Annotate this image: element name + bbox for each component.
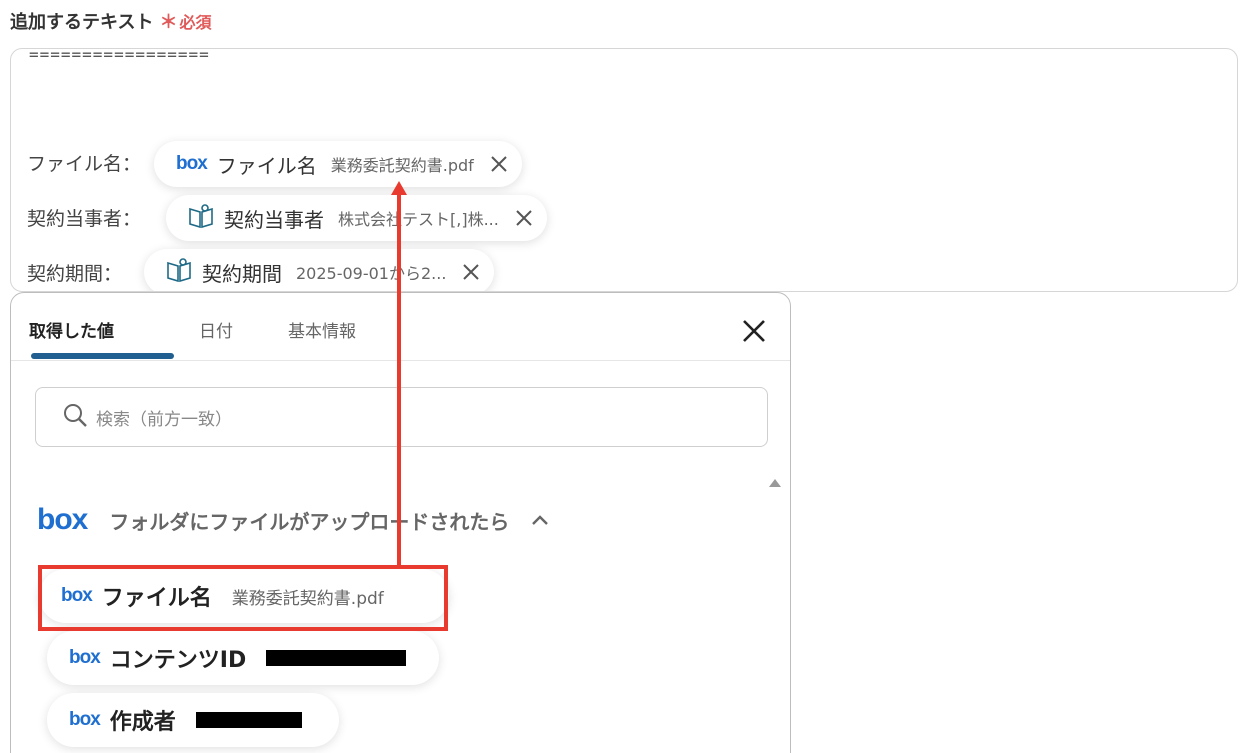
chip-name: 契約当事者	[224, 207, 324, 232]
tab-date[interactable]: 日付	[199, 317, 233, 342]
separator-text: =================	[29, 48, 210, 64]
tab-acquired-values[interactable]: 取得した値	[29, 317, 114, 342]
row-label-filename: ファイル名：	[27, 153, 142, 175]
close-icon[interactable]	[740, 317, 768, 345]
field-label-row: 追加するテキスト ＊ 必須	[10, 8, 211, 34]
chip-name: 契約期間	[202, 261, 282, 286]
required-text: 必須	[179, 13, 212, 32]
redacted-value	[266, 650, 407, 666]
search-input[interactable]: 検索（前方一致）	[35, 387, 768, 447]
field-label: 追加するテキスト	[10, 12, 154, 33]
tab-basic-info[interactable]: 基本情報	[288, 317, 356, 342]
search-placeholder: 検索（前方一致）	[96, 409, 232, 430]
chip-value: 2025-09-01から2...	[296, 264, 447, 283]
variable-chip-filename[interactable]: box ファイル名 業務委託契約書.pdf	[154, 141, 522, 187]
list-item-creator[interactable]: box 作成者	[47, 693, 339, 747]
chip-value: 株式会社テスト[,]株...	[338, 210, 499, 229]
item-name: コンテンツID	[109, 648, 247, 673]
variable-chip-period[interactable]: 契約期間 2025-09-01から2...	[144, 249, 495, 291]
search-icon	[62, 402, 88, 432]
group-header[interactable]: box フォルダにファイルがアップロードされたら	[37, 503, 549, 537]
box-icon: box	[69, 709, 101, 730]
row-label-period: 契約期間：	[27, 263, 123, 285]
box-icon: box	[176, 153, 208, 174]
box-icon: box	[37, 503, 88, 536]
box-icon: box	[69, 647, 101, 668]
text-editor[interactable]: ================= ファイル名： box ファイル名 業務委託契…	[10, 48, 1238, 292]
highlight-box	[38, 565, 448, 631]
close-icon[interactable]	[488, 153, 510, 175]
required-asterisk: ＊	[159, 12, 178, 33]
chip-name: ファイル名	[216, 153, 317, 178]
redacted-value	[195, 712, 302, 728]
book-icon	[188, 203, 214, 233]
close-icon[interactable]	[513, 207, 535, 229]
active-tab-indicator	[31, 353, 174, 359]
list-item-content-id[interactable]: box コンテンツID	[47, 631, 439, 685]
close-icon[interactable]	[460, 261, 482, 283]
book-icon	[166, 257, 192, 287]
chevron-up-icon[interactable]	[531, 511, 549, 530]
chip-value: 業務委託契約書.pdf	[330, 156, 474, 175]
annotation-arrow-head	[391, 181, 407, 195]
item-name: 作成者	[109, 710, 176, 735]
scroll-up-icon[interactable]	[769, 479, 781, 487]
group-title: フォルダにファイルがアップロードされたら	[109, 509, 510, 534]
variable-chip-party[interactable]: 契約当事者 株式会社テスト[,]株...	[166, 195, 547, 241]
annotation-arrow-line	[397, 192, 401, 566]
row-label-party: 契約当事者：	[27, 208, 142, 230]
